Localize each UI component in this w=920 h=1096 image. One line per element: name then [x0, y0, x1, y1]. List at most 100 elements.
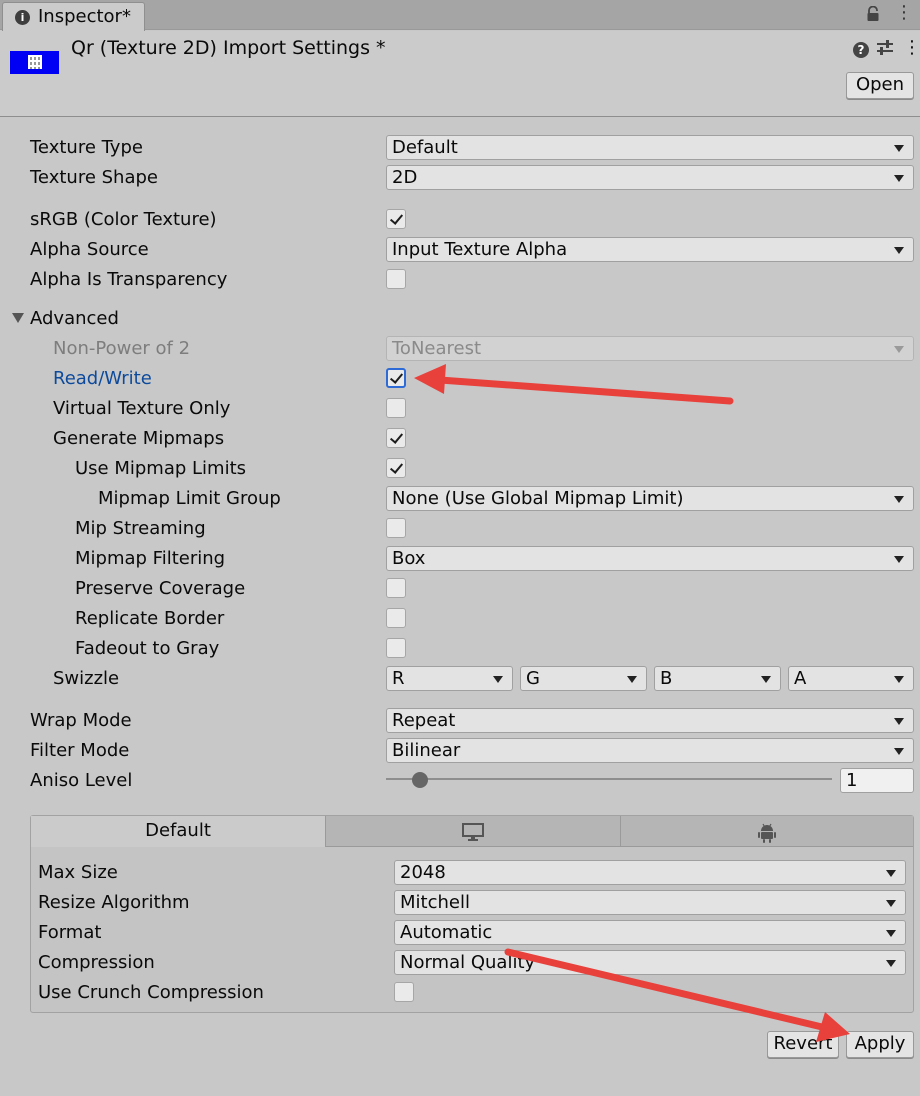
mipmap-filtering-value: Box — [392, 548, 426, 569]
virtual-texture-only-checkbox[interactable] — [386, 398, 406, 418]
swizzle-r-dropdown[interactable]: R — [386, 666, 513, 691]
texture-type-dropdown[interactable]: Default — [386, 135, 914, 160]
use-mipmap-limits-checkbox[interactable] — [386, 458, 406, 478]
mip-streaming-checkbox[interactable] — [386, 518, 406, 538]
chevron-down-icon — [894, 718, 904, 725]
chevron-down-icon — [894, 676, 904, 683]
resize-algorithm-dropdown[interactable]: Mitchell — [394, 890, 906, 915]
revert-button[interactable]: Revert — [767, 1031, 839, 1058]
compression-dropdown[interactable]: Normal Quality — [394, 950, 906, 975]
help-icon[interactable]: ? — [853, 42, 869, 58]
compression-value: Normal Quality — [400, 952, 536, 973]
alpha-source-dropdown[interactable]: Input Texture Alpha — [386, 237, 914, 262]
chevron-down-icon — [894, 175, 904, 182]
chevron-down-icon — [894, 145, 904, 152]
use-crunch-compression-label: Use Crunch Compression — [38, 982, 264, 1003]
texture-shape-dropdown[interactable]: 2D — [386, 165, 914, 190]
read-write-checkbox[interactable] — [386, 368, 406, 388]
alpha-is-transparency-label: Alpha Is Transparency — [30, 269, 228, 290]
monitor-icon — [462, 823, 484, 841]
android-icon — [758, 823, 776, 843]
swizzle-g-dropdown[interactable]: G — [520, 666, 647, 691]
chevron-down-icon — [493, 676, 503, 683]
use-crunch-compression-checkbox[interactable] — [394, 982, 414, 1002]
non-power-of-2-label: Non-Power of 2 — [53, 338, 191, 359]
compression-label: Compression — [38, 952, 155, 973]
swizzle-g-value: G — [526, 668, 540, 689]
wrap-mode-value: Repeat — [392, 710, 456, 731]
chevron-down-icon — [894, 556, 904, 563]
mipmap-limit-group-label: Mipmap Limit Group — [98, 488, 281, 509]
chevron-down-icon — [886, 930, 896, 937]
alpha-source-label: Alpha Source — [30, 239, 149, 260]
foldout-triangle-icon[interactable] — [12, 313, 24, 323]
resize-algorithm-value: Mitchell — [400, 892, 470, 913]
aniso-level-slider-handle[interactable] — [412, 772, 428, 788]
tab-default[interactable]: Default — [31, 816, 326, 847]
preserve-coverage-label: Preserve Coverage — [75, 578, 246, 599]
qr-preview-icon — [28, 55, 42, 69]
mipmap-limit-group-dropdown[interactable]: None (Use Global Mipmap Limit) — [386, 486, 914, 511]
preserve-coverage-checkbox[interactable] — [386, 578, 406, 598]
replicate-border-checkbox[interactable] — [386, 608, 406, 628]
kebab-menu-icon[interactable]: ⋮ — [895, 3, 913, 23]
texture-type-label: Texture Type — [30, 137, 143, 158]
chevron-down-icon — [894, 496, 904, 503]
fadeout-to-gray-checkbox[interactable] — [386, 638, 406, 658]
presets-icon[interactable] — [876, 40, 894, 56]
format-value: Automatic — [400, 922, 493, 943]
max-size-value: 2048 — [400, 862, 446, 883]
texture-shape-label: Texture Shape — [30, 167, 158, 188]
aniso-level-slider-track[interactable] — [386, 778, 832, 780]
texture-type-value: Default — [392, 137, 458, 158]
tab-android[interactable] — [621, 816, 913, 847]
use-mipmap-limits-label: Use Mipmap Limits — [75, 458, 247, 479]
mipmap-filtering-dropdown[interactable]: Box — [386, 546, 914, 571]
apply-button[interactable]: Apply — [846, 1031, 914, 1058]
chevron-down-icon — [894, 247, 904, 254]
more-menu-icon[interactable]: ⋮ — [903, 38, 920, 58]
aniso-level-label: Aniso Level — [30, 770, 133, 791]
read-write-label: Read/Write — [53, 368, 152, 389]
lock-icon[interactable] — [866, 6, 880, 22]
mipmap-limit-group-value: None (Use Global Mipmap Limit) — [392, 488, 684, 509]
advanced-foldout[interactable]: Advanced — [30, 308, 119, 329]
wrap-mode-dropdown[interactable]: Repeat — [386, 708, 914, 733]
srgb-label: sRGB (Color Texture) — [30, 209, 217, 230]
alpha-source-value: Input Texture Alpha — [392, 239, 568, 260]
max-size-label: Max Size — [38, 862, 118, 883]
non-power-of-2-dropdown: ToNearest — [386, 336, 914, 361]
aniso-level-field[interactable]: 1 — [840, 768, 914, 793]
format-dropdown[interactable]: Automatic — [394, 920, 906, 945]
inspector-header: Qr (Texture 2D) Import Settings * ? ⋮ Op… — [0, 31, 920, 117]
tab-standalone[interactable] — [326, 816, 621, 847]
open-button[interactable]: Open — [846, 72, 914, 99]
info-icon: i — [15, 10, 30, 25]
chevron-down-icon — [627, 676, 637, 683]
max-size-dropdown[interactable]: 2048 — [394, 860, 906, 885]
mipmap-filtering-label: Mipmap Filtering — [75, 548, 226, 569]
resize-algorithm-label: Resize Algorithm — [38, 892, 190, 913]
alpha-is-transparency-checkbox[interactable] — [386, 269, 406, 289]
generate-mipmaps-checkbox[interactable] — [386, 428, 406, 448]
virtual-texture-only-label: Virtual Texture Only — [53, 398, 231, 419]
mip-streaming-label: Mip Streaming — [75, 518, 206, 539]
tab-inspector-label: Inspector* — [38, 6, 131, 27]
srgb-checkbox[interactable] — [386, 209, 406, 229]
format-label: Format — [38, 922, 102, 943]
chevron-down-icon — [894, 748, 904, 755]
filter-mode-dropdown[interactable]: Bilinear — [386, 738, 914, 763]
filter-mode-value: Bilinear — [392, 740, 461, 761]
chevron-down-icon — [761, 676, 771, 683]
generate-mipmaps-label: Generate Mipmaps — [53, 428, 225, 449]
swizzle-a-dropdown[interactable]: A — [788, 666, 914, 691]
tab-inspector[interactable]: i Inspector* — [2, 2, 145, 31]
non-power-of-2-value: ToNearest — [392, 338, 482, 359]
tab-default-label: Default — [145, 820, 211, 841]
chevron-down-icon — [886, 960, 896, 967]
filter-mode-label: Filter Mode — [30, 740, 130, 761]
page-title: Qr (Texture 2D) Import Settings * — [71, 37, 386, 59]
chevron-down-icon — [894, 346, 904, 353]
fadeout-to-gray-label: Fadeout to Gray — [75, 638, 220, 659]
swizzle-b-dropdown[interactable]: B — [654, 666, 781, 691]
